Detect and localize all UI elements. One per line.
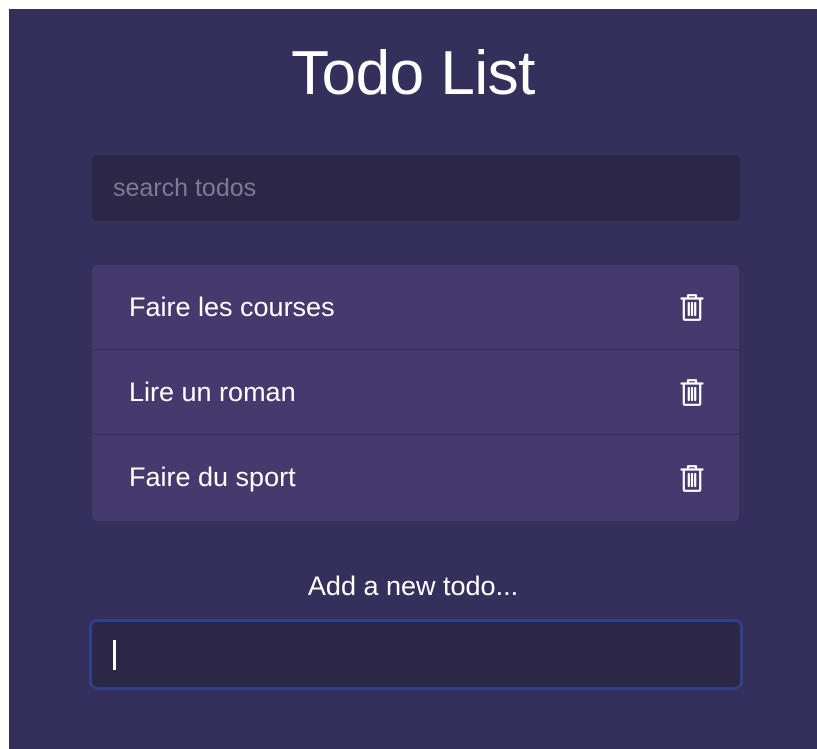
todo-list: Faire les courses Lire un roman Faire du… bbox=[92, 265, 739, 521]
trash-icon[interactable] bbox=[679, 292, 705, 322]
todo-text: Faire du sport bbox=[129, 462, 296, 492]
list-item: Lire un roman bbox=[92, 350, 739, 435]
trash-icon[interactable] bbox=[679, 463, 705, 493]
todo-text: Faire les courses bbox=[129, 291, 335, 322]
list-item: Faire les courses bbox=[92, 265, 739, 350]
list-item: Faire du sport bbox=[92, 435, 739, 520]
todo-text: Lire un roman bbox=[129, 376, 296, 407]
todo-app: Todo List Faire les courses Lire un roma… bbox=[9, 9, 817, 749]
add-todo-input[interactable] bbox=[89, 619, 743, 690]
text-cursor bbox=[113, 640, 116, 670]
search-input[interactable] bbox=[92, 155, 740, 221]
trash-icon[interactable] bbox=[679, 377, 705, 407]
page-title: Todo List bbox=[291, 39, 535, 108]
add-todo-label: Add a new todo... bbox=[307, 571, 519, 601]
